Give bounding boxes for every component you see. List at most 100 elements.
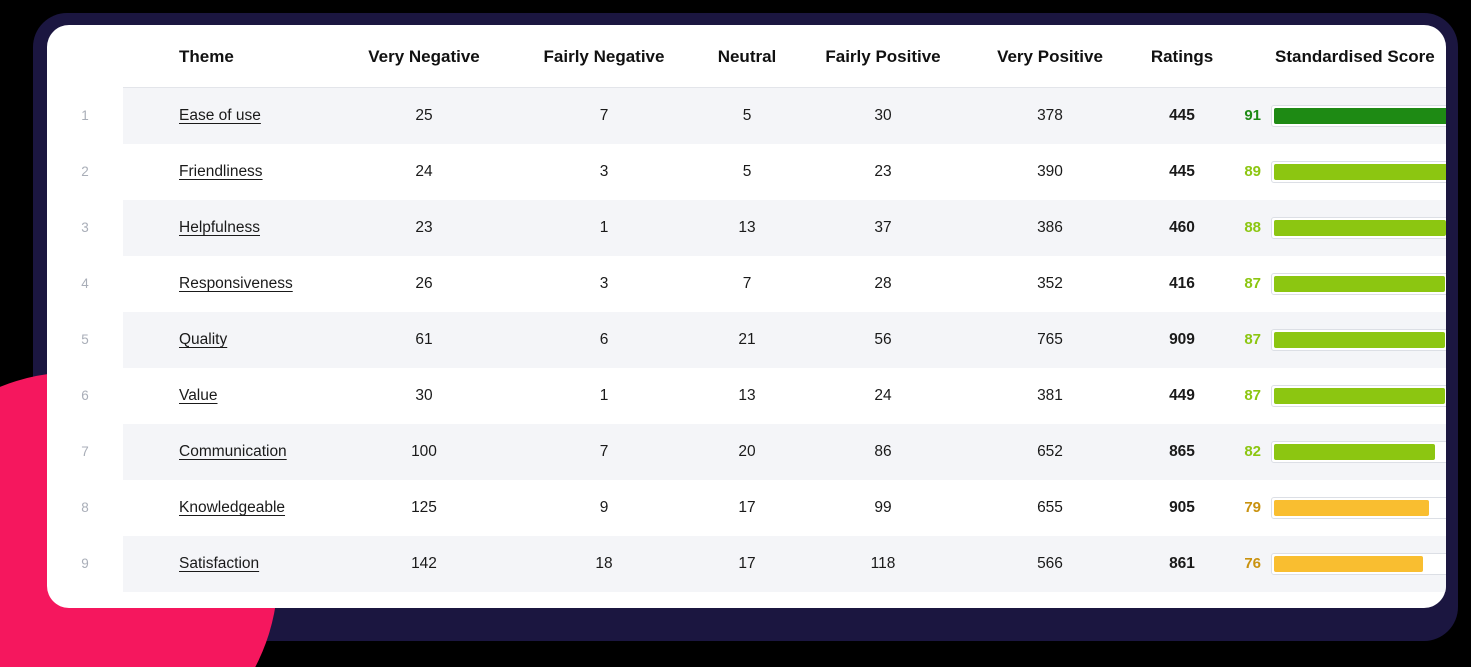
score-bar-track <box>1271 105 1446 127</box>
cell-fpos: 30 <box>874 107 892 124</box>
cell-vneg: 26 <box>415 275 433 292</box>
cell-fpos: 23 <box>874 163 892 180</box>
theme-cell: Helpfulness <box>131 200 321 256</box>
cell-neut: 17 <box>738 555 756 572</box>
column-header-fneg[interactable]: Fairly Negative <box>534 25 674 88</box>
theme-cell: Ease of use <box>131 88 321 144</box>
theme-link[interactable]: Knowledgeable <box>179 499 285 516</box>
cell-neut: 20 <box>738 443 756 460</box>
table-row[interactable]: 7 Communication 100 7 20 86 652 865 82 <box>47 424 1446 480</box>
row-index: 4 <box>81 276 89 291</box>
cell-neut: 13 <box>738 387 756 404</box>
score-value: 79 <box>1244 499 1261 516</box>
cell-fneg: 7 <box>599 107 609 124</box>
standardised-score-cell: 87 <box>1227 312 1446 368</box>
table-row[interactable]: 3 Helpfulness 23 1 13 37 386 460 88 <box>47 200 1446 256</box>
cell-fneg: 1 <box>599 387 609 404</box>
standardised-score-cell: 91 <box>1227 88 1446 144</box>
theme-link[interactable]: Value <box>179 387 218 404</box>
score-bar-fill <box>1274 108 1446 124</box>
standardised-score-cell: 88 <box>1227 200 1446 256</box>
table-row[interactable]: 5 Quality 61 6 21 56 765 909 87 <box>47 312 1446 368</box>
column-header-vpos[interactable]: Very Positive <box>980 25 1120 88</box>
column-header-score[interactable]: Standardised Score <box>1227 25 1446 88</box>
table-row[interactable]: 6 Value 30 1 13 24 381 449 87 <box>47 368 1446 424</box>
theme-link[interactable]: Satisfaction <box>179 555 259 572</box>
score-bar-fill <box>1274 444 1435 460</box>
cell-vpos: 765 <box>1037 331 1063 348</box>
score-bar-track <box>1271 553 1446 575</box>
cell-vneg: 100 <box>411 443 437 460</box>
score-value: 87 <box>1244 387 1261 404</box>
score-bar-track <box>1271 273 1446 295</box>
theme-link[interactable]: Ease of use <box>179 107 261 124</box>
cell-fneg: 7 <box>599 443 609 460</box>
score-value: 91 <box>1244 107 1261 124</box>
theme-cell: Responsiveness <box>131 256 321 312</box>
cell-fneg: 6 <box>599 331 609 348</box>
score-bar-fill <box>1274 332 1445 348</box>
score-bar-fill <box>1274 220 1446 236</box>
row-index: 5 <box>81 332 89 347</box>
cell-fpos: 28 <box>874 275 892 292</box>
standardised-score-cell: 87 <box>1227 256 1446 312</box>
cell-fpos: 118 <box>870 555 896 572</box>
cell-vpos: 652 <box>1037 443 1063 460</box>
cell-fpos: 24 <box>874 387 892 404</box>
results-card: Theme Very Negative Fairly Negative Neutral… <box>47 25 1446 608</box>
cell-vneg: 24 <box>415 163 433 180</box>
theme-link[interactable]: Responsiveness <box>179 275 293 292</box>
column-header-vneg[interactable]: Very Negative <box>354 25 494 88</box>
column-header-neut[interactable]: Neutral <box>677 25 817 88</box>
table-row[interactable]: 2 Friendliness 24 3 5 23 390 445 89 <box>47 144 1446 200</box>
table-row[interactable]: 4 Responsiveness 26 3 7 28 352 416 87 <box>47 256 1446 312</box>
cell-vneg: 142 <box>411 555 437 572</box>
cell-fpos: 99 <box>874 499 892 516</box>
theme-link[interactable]: Communication <box>179 443 287 460</box>
score-value: 87 <box>1244 331 1261 348</box>
table-row[interactable]: 9 Satisfaction 142 18 17 118 566 861 76 <box>47 536 1446 592</box>
cell-vpos: 390 <box>1037 163 1063 180</box>
row-index: 2 <box>81 164 89 179</box>
screenshot-stage: Theme Very Negative Fairly Negative Neutral… <box>0 0 1471 667</box>
cell-fpos: 86 <box>874 443 892 460</box>
score-value: 88 <box>1244 219 1261 236</box>
cell-vpos: 378 <box>1037 107 1063 124</box>
column-header-fpos[interactable]: Fairly Positive <box>813 25 953 88</box>
score-bar-fill <box>1274 388 1445 404</box>
cell-vpos: 566 <box>1037 555 1063 572</box>
score-bar-fill <box>1274 556 1423 572</box>
cell-neut: 17 <box>738 499 756 516</box>
cell-vneg: 61 <box>415 331 433 348</box>
theme-link[interactable]: Helpfulness <box>179 219 260 236</box>
cell-vneg: 23 <box>415 219 433 236</box>
score-value: 89 <box>1244 163 1261 180</box>
row-index: 6 <box>81 388 89 403</box>
theme-link[interactable]: Friendliness <box>179 163 263 180</box>
row-index: 8 <box>81 500 89 515</box>
score-bar-track <box>1271 161 1446 183</box>
cell-neut: 21 <box>738 331 756 348</box>
table-row[interactable]: 1 Ease of use 25 7 5 30 378 445 91 <box>47 88 1446 144</box>
cell-fneg: 3 <box>599 275 609 292</box>
standardised-score-cell: 79 <box>1227 480 1446 536</box>
score-bar-fill <box>1274 276 1445 292</box>
theme-cell: Satisfaction <box>131 536 321 592</box>
cell-neut: 5 <box>742 107 752 124</box>
score-bar-fill <box>1274 500 1429 516</box>
score-bar-fill <box>1274 164 1446 180</box>
theme-cell: Friendliness <box>131 144 321 200</box>
theme-link[interactable]: Quality <box>179 331 227 348</box>
cell-vneg: 30 <box>415 387 433 404</box>
row-index: 7 <box>81 444 89 459</box>
cell-vpos: 655 <box>1037 499 1063 516</box>
cell-fpos: 37 <box>874 219 892 236</box>
standardised-score-cell: 87 <box>1227 368 1446 424</box>
table-row[interactable]: 8 Knowledgeable 125 9 17 99 655 905 79 <box>47 480 1446 536</box>
cell-neut: 5 <box>742 163 752 180</box>
score-bar-track <box>1271 217 1446 239</box>
standardised-score-cell: 82 <box>1227 424 1446 480</box>
score-value: 82 <box>1244 443 1261 460</box>
column-header-theme[interactable]: Theme <box>131 25 321 88</box>
cell-fneg: 1 <box>599 219 609 236</box>
